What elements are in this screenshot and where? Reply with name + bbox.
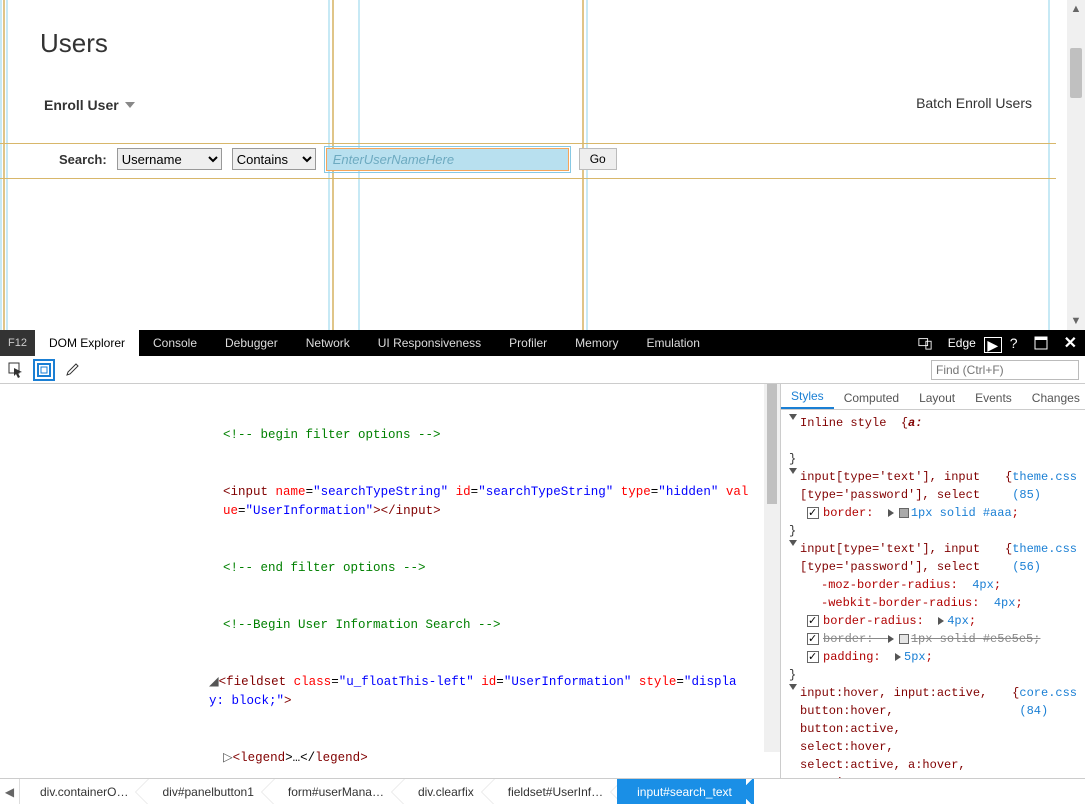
css-property[interactable]: -webkit-border-radius: 4px;: [789, 594, 1077, 612]
batch-enroll-link[interactable]: Batch Enroll Users: [916, 95, 1032, 111]
edge-label: Edge: [940, 330, 984, 356]
css-property-overridden[interactable]: border: 1px solid #e5e5e5;: [789, 630, 1077, 648]
css-rule[interactable]: input[type='text'], input [type='passwor…: [789, 540, 1077, 576]
guide-line: [0, 143, 1056, 144]
search-row: Search: Username Contains Go: [0, 145, 1056, 175]
devtools-toolbar: [0, 356, 1085, 384]
tab-ui-responsiveness[interactable]: UI Responsiveness: [364, 330, 495, 356]
breadcrumb-item[interactable]: div#panelbutton1: [142, 779, 267, 804]
breadcrumb-item[interactable]: div.containerO…: [20, 779, 142, 804]
scroll-up-icon[interactable]: ▲: [1067, 0, 1085, 18]
guide-line: [0, 178, 1056, 179]
caret-down-icon: [125, 102, 135, 108]
search-operator-select[interactable]: Contains: [232, 148, 316, 170]
breadcrumb-item[interactable]: form#userMana…: [268, 779, 398, 804]
styles-rules[interactable]: Inline style {a: } input[type='text'], i…: [781, 410, 1085, 778]
dom-comment: <!--Begin User Information Search -->: [223, 618, 501, 632]
play-icon[interactable]: ▶: [984, 337, 1002, 353]
go-button[interactable]: Go: [579, 148, 617, 170]
dom-comment: <!-- begin filter options -->: [223, 428, 441, 442]
pseudo-state-icon[interactable]: a:: [908, 414, 922, 432]
tab-debugger[interactable]: Debugger: [211, 330, 292, 356]
f12-label: F12: [0, 330, 35, 356]
page-body: Users Enroll User Batch Enroll Users Sea…: [0, 0, 1056, 330]
scrollbar-vertical[interactable]: ▲ ▼: [1067, 0, 1085, 330]
scroll-down-icon[interactable]: ▼: [1067, 312, 1085, 330]
styles-pane: Styles Computed Layout Events Changes In…: [780, 384, 1085, 778]
select-element-icon[interactable]: [6, 360, 26, 380]
undock-icon[interactable]: [1026, 330, 1056, 356]
rule-inline[interactable]: Inline style {a:: [789, 414, 1077, 432]
tab-memory[interactable]: Memory: [561, 330, 632, 356]
breadcrumb-item[interactable]: fieldset#UserInf…: [488, 779, 617, 804]
scrollbar-thumb[interactable]: [767, 384, 777, 504]
chevron-down-icon: [789, 414, 797, 420]
chevron-right-icon[interactable]: [888, 635, 894, 643]
dom-node[interactable]: ▷<legend>…</legend>: [4, 749, 750, 768]
dom-node[interactable]: ◢<fieldset class="u_floatThis-left" id="…: [4, 673, 750, 711]
css-rule[interactable]: input:hover, input:active, button:hover,…: [789, 684, 1077, 778]
tab-events[interactable]: Events: [965, 387, 1022, 409]
tab-dom-explorer[interactable]: DOM Explorer: [35, 330, 139, 356]
browser-content: Users Enroll User Batch Enroll Users Sea…: [0, 0, 1085, 330]
search-input[interactable]: [326, 148, 569, 171]
breadcrumb-item[interactable]: div.clearfix: [398, 779, 488, 804]
search-label: Search:: [59, 152, 107, 167]
tab-computed[interactable]: Computed: [834, 387, 909, 409]
dom-comment: <!-- end filter options -->: [223, 561, 426, 575]
enroll-user-dropdown[interactable]: Enroll User: [44, 97, 135, 113]
find-input[interactable]: [931, 360, 1079, 380]
color-swatch-icon[interactable]: [899, 634, 909, 644]
chevron-down-icon: [789, 684, 797, 690]
styles-tabbar: Styles Computed Layout Events Changes: [781, 384, 1085, 410]
page-title: Users: [0, 0, 1056, 59]
chevron-right-icon[interactable]: [938, 617, 944, 625]
chevron-down-icon: [789, 540, 797, 546]
highlight-element-icon[interactable]: [34, 360, 54, 380]
enroll-user-label: Enroll User: [44, 97, 119, 113]
checkbox-icon[interactable]: [807, 633, 819, 645]
color-picker-icon[interactable]: [62, 360, 82, 380]
breadcrumb-item-active[interactable]: input#search_text: [617, 779, 746, 804]
tab-styles[interactable]: Styles: [781, 385, 834, 409]
tab-console[interactable]: Console: [139, 330, 211, 356]
css-property[interactable]: padding: 5px;: [789, 648, 1077, 666]
checkbox-icon[interactable]: [807, 615, 819, 627]
close-icon[interactable]: ✕: [1056, 330, 1085, 356]
css-rule[interactable]: input[type='text'], input [type='passwor…: [789, 468, 1077, 504]
tab-changes[interactable]: Changes: [1022, 387, 1085, 409]
dom-node[interactable]: <input name="searchTypeString" id="searc…: [4, 483, 750, 521]
emulation-device-icon[interactable]: [910, 330, 940, 356]
breadcrumb-prev-icon[interactable]: ◀: [0, 779, 20, 804]
css-property[interactable]: border: 1px solid #aaa;: [789, 504, 1077, 522]
tab-profiler[interactable]: Profiler: [495, 330, 561, 356]
checkbox-icon[interactable]: [807, 651, 819, 663]
chevron-right-icon[interactable]: [895, 653, 901, 661]
enroll-user-row: Enroll User: [0, 59, 1056, 113]
devtools-body: <!-- begin filter options --> <input nam…: [0, 384, 1085, 778]
color-swatch-icon[interactable]: [899, 508, 909, 518]
chevron-down-icon: [789, 468, 797, 474]
tab-layout[interactable]: Layout: [909, 387, 965, 409]
tab-emulation[interactable]: Emulation: [633, 330, 714, 356]
css-property[interactable]: -moz-border-radius: 4px;: [789, 576, 1077, 594]
css-property[interactable]: border-radius: 4px;: [789, 612, 1077, 630]
devtools-panel: F12 DOM Explorer Console Debugger Networ…: [0, 330, 1085, 804]
dom-tree[interactable]: <!-- begin filter options --> <input nam…: [0, 384, 780, 778]
breadcrumb: ◀ div.containerO… div#panelbutton1 form#…: [0, 778, 1085, 804]
checkbox-icon[interactable]: [807, 507, 819, 519]
chevron-right-icon[interactable]: [888, 509, 894, 517]
tab-network[interactable]: Network: [292, 330, 364, 356]
scrollbar-vertical[interactable]: [764, 384, 780, 752]
devtools-tabbar: F12 DOM Explorer Console Debugger Networ…: [0, 330, 1085, 356]
scrollbar-thumb[interactable]: [1070, 48, 1082, 98]
search-input-wrap: [326, 148, 569, 171]
help-icon[interactable]: ?: [1002, 330, 1026, 356]
search-field-select[interactable]: Username: [117, 148, 222, 170]
